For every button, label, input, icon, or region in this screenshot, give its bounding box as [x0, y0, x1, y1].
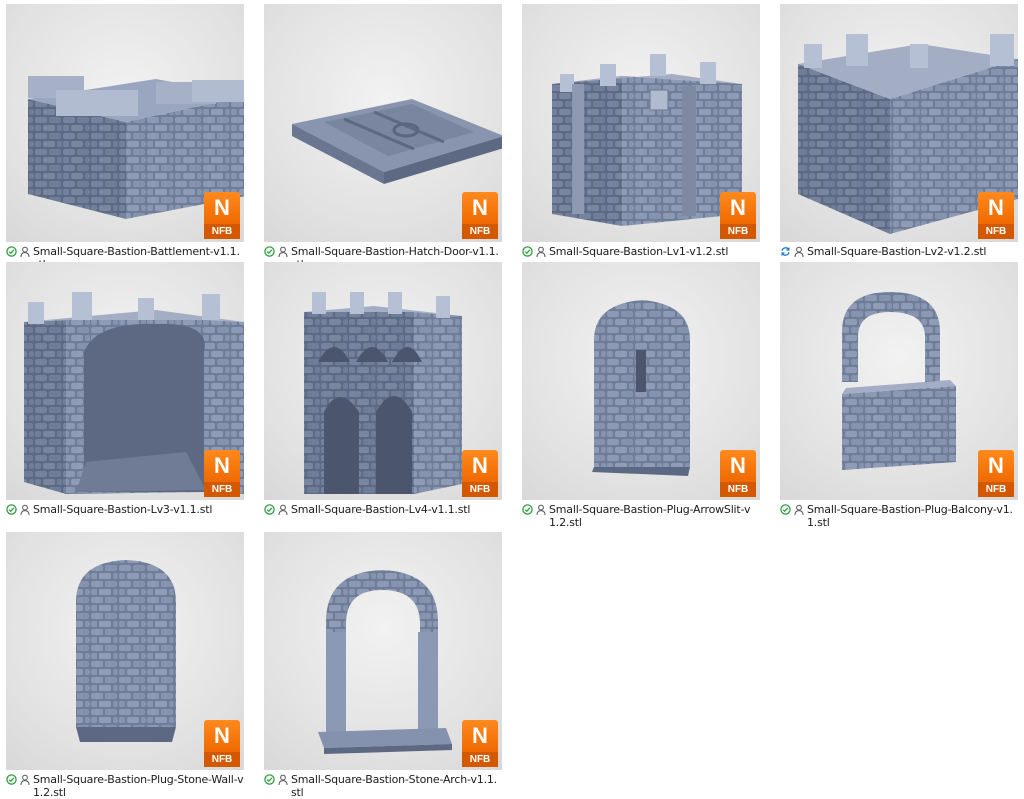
- file-thumbnail[interactable]: N NFB: [780, 4, 1018, 242]
- badge-letter: N: [462, 720, 498, 752]
- badge-letter: N: [720, 450, 756, 482]
- file-tile[interactable]: N NFB Small-Square-Bastion-Stone-Arch-v1…: [264, 532, 502, 799]
- shared-person-icon: [278, 246, 288, 258]
- file-name: Small-Square-Bastion-Lv2-v1.2.stl: [807, 245, 987, 258]
- ok-icon: [6, 774, 17, 785]
- file-thumbnail[interactable]: N NFB: [6, 532, 244, 770]
- badge-label: NFB: [978, 224, 1014, 239]
- file-thumbnail[interactable]: N NFB: [6, 4, 244, 242]
- file-tile[interactable]: N NFB Small-Square-Bastion-Plug-ArrowSli…: [522, 262, 760, 529]
- ok-icon: [522, 504, 533, 515]
- file-caption[interactable]: Small-Square-Bastion-Lv1-v1.2.stl: [522, 245, 760, 258]
- badge-label: NFB: [462, 482, 498, 497]
- file-caption[interactable]: Small-Square-Bastion-Stone-Arch-v1.1.stl: [264, 773, 502, 799]
- file-tile[interactable]: N NFB Small-Square-Bastion-Plug-Balcony-…: [780, 262, 1018, 529]
- ok-icon: [6, 246, 17, 257]
- file-caption[interactable]: Small-Square-Bastion-Plug-ArrowSlit-v1.2…: [522, 503, 760, 529]
- shared-person-icon: [20, 504, 30, 516]
- shared-person-icon: [278, 504, 288, 516]
- shared-person-icon: [278, 774, 288, 786]
- badge-label: NFB: [462, 752, 498, 767]
- file-tile[interactable]: N NFB Small-Square-Bastion-Lv1-v1.2.stl: [522, 4, 760, 258]
- file-tile[interactable]: N NFB Small-Square-Bastion-Lv3-v1.1.stl: [6, 262, 244, 516]
- file-name: Small-Square-Bastion-Plug-Stone-Wall-v1.…: [33, 773, 244, 799]
- app-badge-icon: N NFB: [462, 192, 498, 240]
- file-name: Small-Square-Bastion-Lv3-v1.1.stl: [33, 503, 213, 516]
- app-badge-icon: N NFB: [720, 450, 756, 498]
- badge-letter: N: [462, 192, 498, 224]
- shared-person-icon: [536, 504, 546, 516]
- file-caption[interactable]: Small-Square-Bastion-Lv4-v1.1.stl: [264, 503, 502, 516]
- file-thumbnail[interactable]: N NFB: [264, 262, 502, 500]
- app-badge-icon: N NFB: [978, 192, 1014, 240]
- badge-label: NFB: [462, 224, 498, 239]
- app-badge-icon: N NFB: [978, 450, 1014, 498]
- file-tile[interactable]: N NFB Small-Square-Bastion-Hatch-Door-v1…: [264, 4, 502, 271]
- file-tile[interactable]: N NFB Small-Square-Bastion-Plug-Stone-Wa…: [6, 532, 244, 799]
- file-caption[interactable]: Small-Square-Bastion-Lv3-v1.1.stl: [6, 503, 244, 516]
- badge-letter: N: [720, 192, 756, 224]
- app-badge-icon: N NFB: [462, 450, 498, 498]
- file-name: Small-Square-Bastion-Lv1-v1.2.stl: [549, 245, 729, 258]
- app-badge-icon: N NFB: [204, 192, 240, 240]
- file-caption[interactable]: Small-Square-Bastion-Plug-Balcony-v1.1.s…: [780, 503, 1018, 529]
- badge-letter: N: [462, 450, 498, 482]
- shared-person-icon: [20, 774, 30, 786]
- badge-label: NFB: [978, 482, 1014, 497]
- app-badge-icon: N NFB: [720, 192, 756, 240]
- file-caption[interactable]: Small-Square-Bastion-Lv2-v1.2.stl: [780, 245, 1018, 258]
- badge-label: NFB: [204, 482, 240, 497]
- badge-label: NFB: [204, 752, 240, 767]
- badge-letter: N: [204, 450, 240, 482]
- badge-letter: N: [978, 450, 1014, 482]
- ok-icon: [264, 774, 275, 785]
- sync-icon: [780, 246, 791, 257]
- app-badge-icon: N NFB: [462, 720, 498, 768]
- file-name: Small-Square-Bastion-Plug-Balcony-v1.1.s…: [807, 503, 1013, 529]
- shared-person-icon: [794, 246, 804, 258]
- ok-icon: [522, 246, 533, 257]
- file-caption[interactable]: Small-Square-Bastion-Plug-Stone-Wall-v1.…: [6, 773, 244, 799]
- ok-icon: [780, 504, 791, 515]
- ok-icon: [264, 504, 275, 515]
- file-thumbnail[interactable]: N NFB: [522, 262, 760, 500]
- badge-letter: N: [204, 192, 240, 224]
- app-badge-icon: N NFB: [204, 450, 240, 498]
- shared-person-icon: [794, 504, 804, 516]
- ok-icon: [264, 246, 275, 257]
- badge-label: NFB: [204, 224, 240, 239]
- badge-label: NFB: [720, 224, 756, 239]
- file-thumbnail[interactable]: N NFB: [6, 262, 244, 500]
- badge-label: NFB: [720, 482, 756, 497]
- file-thumbnail[interactable]: N NFB: [264, 532, 502, 770]
- shared-person-icon: [20, 246, 30, 258]
- file-name: Small-Square-Bastion-Plug-ArrowSlit-v1.2…: [549, 503, 751, 529]
- file-thumbnail[interactable]: N NFB: [780, 262, 1018, 500]
- badge-letter: N: [978, 192, 1014, 224]
- file-thumbnail[interactable]: N NFB: [264, 4, 502, 242]
- file-tile[interactable]: N NFB Small-Square-Bastion-Battlement-v1…: [6, 4, 244, 271]
- badge-letter: N: [204, 720, 240, 752]
- file-name: Small-Square-Bastion-Lv4-v1.1.stl: [291, 503, 471, 516]
- shared-person-icon: [536, 246, 546, 258]
- file-thumbnail[interactable]: N NFB: [522, 4, 760, 242]
- file-tile[interactable]: N NFB Small-Square-Bastion-Lv4-v1.1.stl: [264, 262, 502, 516]
- app-badge-icon: N NFB: [204, 720, 240, 768]
- ok-icon: [6, 504, 17, 515]
- file-tile[interactable]: N NFB Small-Square-Bastion-Lv2-v1.2.stl: [780, 4, 1018, 258]
- file-name: Small-Square-Bastion-Stone-Arch-v1.1.stl: [291, 773, 497, 799]
